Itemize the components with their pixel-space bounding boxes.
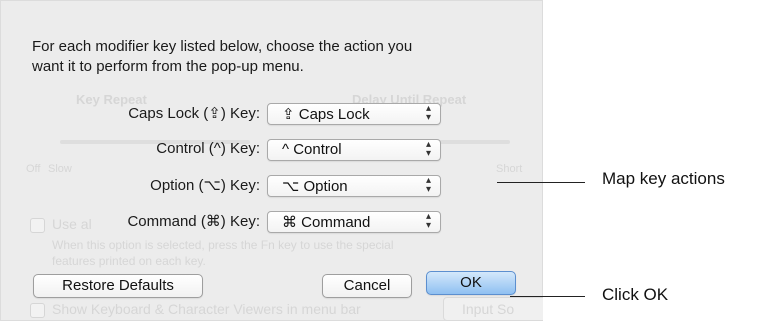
cancel-button[interactable]: Cancel: [322, 274, 412, 298]
bg-use-all-label: Use al: [52, 216, 92, 232]
control-action-value: ^ Control: [282, 141, 342, 158]
bg-show-viewers-checkbox: [30, 303, 45, 318]
click-ok-callout-line: [510, 296, 585, 297]
modifier-keys-sheet: Key Repeat Delay Until Repeat Off Slow S…: [0, 0, 543, 321]
instructions-line-1: For each modifier key listed below, choo…: [32, 38, 413, 55]
map-key-actions-callout: Map key actions: [602, 169, 725, 188]
control-key-label: Control (^) Key:: [156, 140, 260, 157]
bg-off-label: Off: [26, 163, 41, 175]
up-down-chevron-icon: ▴ ▾: [425, 175, 431, 195]
option-action-value: ⌥ Option: [282, 178, 348, 195]
command-action-popup[interactable]: ⌘ Command ▴ ▾: [267, 211, 441, 233]
bg-slow-label: Slow: [48, 163, 72, 175]
caps-lock-action-popup[interactable]: ⇪ Caps Lock ▴ ▾: [267, 103, 441, 125]
bg-hint-line2: features printed on each key.: [52, 254, 206, 268]
control-action-popup[interactable]: ^ Control ▴ ▾: [267, 139, 441, 161]
instructions-line-2: want it to perform from the pop-up menu.: [32, 58, 304, 75]
option-action-popup[interactable]: ⌥ Option ▴ ▾: [267, 175, 441, 197]
restore-defaults-button[interactable]: Restore Defaults: [33, 274, 203, 298]
bg-short-label: Short: [496, 163, 523, 175]
command-action-value: ⌘ Command: [282, 214, 371, 231]
map-key-actions-callout-line: [497, 182, 585, 183]
up-down-chevron-icon: ▴ ▾: [425, 211, 431, 231]
bg-hint-line1: When this option is selected, press the …: [52, 238, 394, 252]
up-down-chevron-icon: ▴ ▾: [425, 139, 431, 159]
bg-use-all-checkbox: [30, 218, 45, 233]
command-key-label: Command (⌘) Key:: [127, 213, 260, 230]
caps-lock-action-value: ⇪ Caps Lock: [282, 106, 370, 123]
caps-lock-key-label: Caps Lock (⇪) Key:: [128, 105, 260, 122]
bg-input-sources-label: Input So: [462, 301, 515, 317]
ok-button[interactable]: OK: [426, 271, 516, 295]
click-ok-callout: Click OK: [602, 285, 669, 304]
instructions-text: For each modifier key listed below, choo…: [32, 37, 512, 77]
option-key-label: Option (⌥) Key:: [150, 177, 260, 194]
up-down-chevron-icon: ▴ ▾: [425, 103, 431, 123]
bg-show-viewers-label: Show Keyboard & Character Viewers in men…: [52, 301, 361, 317]
